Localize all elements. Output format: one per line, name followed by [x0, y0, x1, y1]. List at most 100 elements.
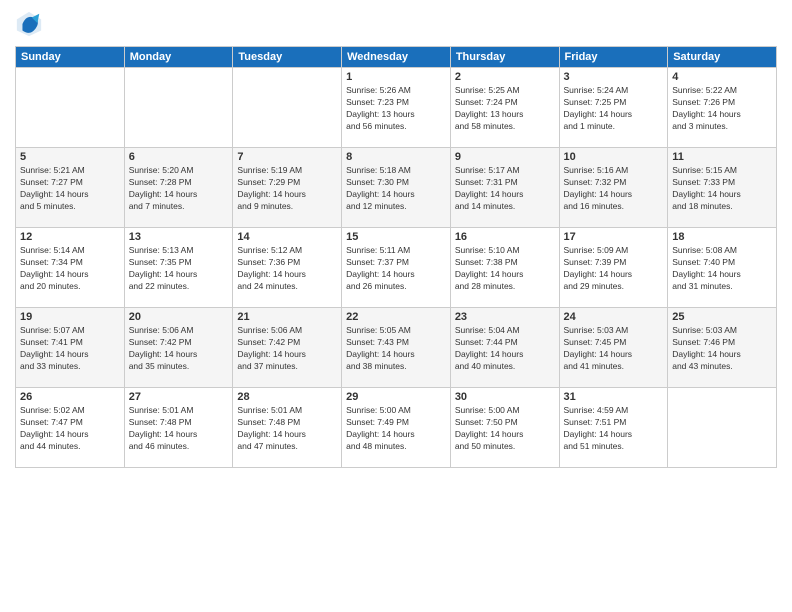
calendar-cell: 24 Sunrise: 5:03 AM Sunset: 7:45 PM Dayli…	[559, 308, 668, 388]
week-row-2: 12 Sunrise: 5:14 AM Sunset: 7:34 PM Dayli…	[16, 228, 777, 308]
day-info: Sunrise: 5:08 AM Sunset: 7:40 PM Dayligh…	[672, 245, 772, 293]
calendar-cell: 27 Sunrise: 5:01 AM Sunset: 7:48 PM Dayli…	[124, 388, 233, 468]
day-number: 19	[20, 311, 120, 323]
calendar-cell: 7Sunrise: 5:19 AM Sunset: 7:29 PM Daylig…	[233, 148, 342, 228]
day-info: Sunrise: 5:25 AM Sunset: 7:24 PM Dayligh…	[455, 85, 555, 133]
day-number: 26	[20, 391, 120, 403]
calendar-cell: 18 Sunrise: 5:08 AM Sunset: 7:40 PM Dayli…	[668, 228, 777, 308]
day-info: Sunrise: 5:15 AM Sunset: 7:33 PM Dayligh…	[672, 165, 772, 213]
calendar-table: SundayMondayTuesdayWednesdayThursdayFrid…	[15, 46, 777, 468]
calendar-cell: 28 Sunrise: 5:01 AM Sunset: 7:48 PM Dayli…	[233, 388, 342, 468]
day-number: 27	[129, 391, 229, 403]
calendar-cell: 21Sunrise: 5:06 AM Sunset: 7:42 PM Dayli…	[233, 308, 342, 388]
day-info: Sunrise: 5:17 AM Sunset: 7:31 PM Dayligh…	[455, 165, 555, 213]
week-row-1: 5 Sunrise: 5:21 AM Sunset: 7:27 PM Daylig…	[16, 148, 777, 228]
calendar-cell: 8Sunrise: 5:18 AM Sunset: 7:30 PM Daylig…	[342, 148, 451, 228]
day-number: 17	[564, 231, 664, 243]
header-monday: Monday	[124, 47, 233, 68]
day-number: 30	[455, 391, 555, 403]
day-info: Sunrise: 5:09 AM Sunset: 7:39 PM Dayligh…	[564, 245, 664, 293]
day-info: Sunrise: 5:01 AM Sunset: 7:48 PM Dayligh…	[129, 405, 229, 453]
calendar-cell: 13 Sunrise: 5:13 AM Sunset: 7:35 PM Dayli…	[124, 228, 233, 308]
calendar-cell: 23Sunrise: 5:04 AM Sunset: 7:44 PM Dayli…	[450, 308, 559, 388]
day-number: 29	[346, 391, 446, 403]
day-info: Sunrise: 5:11 AM Sunset: 7:37 PM Dayligh…	[346, 245, 446, 293]
day-info: Sunrise: 5:10 AM Sunset: 7:38 PM Dayligh…	[455, 245, 555, 293]
day-number: 24	[564, 311, 664, 323]
calendar-cell: 25 Sunrise: 5:03 AM Sunset: 7:46 PM Dayli…	[668, 308, 777, 388]
day-number: 4	[672, 71, 772, 83]
day-info: Sunrise: 5:13 AM Sunset: 7:35 PM Dayligh…	[129, 245, 229, 293]
day-number: 25	[672, 311, 772, 323]
week-row-0: 1Sunrise: 5:26 AM Sunset: 7:23 PM Daylig…	[16, 68, 777, 148]
day-info: Sunrise: 5:16 AM Sunset: 7:32 PM Dayligh…	[564, 165, 664, 213]
day-number: 14	[237, 231, 337, 243]
day-number: 12	[20, 231, 120, 243]
calendar-cell: 1Sunrise: 5:26 AM Sunset: 7:23 PM Daylig…	[342, 68, 451, 148]
calendar-cell: 26 Sunrise: 5:02 AM Sunset: 7:47 PM Dayli…	[16, 388, 125, 468]
calendar-cell: 5 Sunrise: 5:21 AM Sunset: 7:27 PM Daylig…	[16, 148, 125, 228]
calendar-cell: 29 Sunrise: 5:00 AM Sunset: 7:49 PM Dayli…	[342, 388, 451, 468]
calendar-cell: 2Sunrise: 5:25 AM Sunset: 7:24 PM Daylig…	[450, 68, 559, 148]
day-info: Sunrise: 5:03 AM Sunset: 7:46 PM Dayligh…	[672, 325, 772, 373]
calendar-cell: 12 Sunrise: 5:14 AM Sunset: 7:34 PM Dayli…	[16, 228, 125, 308]
day-info: Sunrise: 5:02 AM Sunset: 7:47 PM Dayligh…	[20, 405, 120, 453]
calendar-cell: 10 Sunrise: 5:16 AM Sunset: 7:32 PM Dayli…	[559, 148, 668, 228]
calendar-cell: 30 Sunrise: 5:00 AM Sunset: 7:50 PM Dayli…	[450, 388, 559, 468]
day-info: Sunrise: 5:21 AM Sunset: 7:27 PM Dayligh…	[20, 165, 120, 213]
day-number: 28	[237, 391, 337, 403]
day-number: 15	[346, 231, 446, 243]
calendar-cell	[233, 68, 342, 148]
day-info: Sunrise: 5:12 AM Sunset: 7:36 PM Dayligh…	[237, 245, 337, 293]
day-info: Sunrise: 5:14 AM Sunset: 7:34 PM Dayligh…	[20, 245, 120, 293]
header-sunday: Sunday	[16, 47, 125, 68]
header-friday: Friday	[559, 47, 668, 68]
header-row: SundayMondayTuesdayWednesdayThursdayFrid…	[16, 47, 777, 68]
calendar-cell: 11 Sunrise: 5:15 AM Sunset: 7:33 PM Dayli…	[668, 148, 777, 228]
day-number: 11	[672, 151, 772, 163]
day-info: Sunrise: 5:00 AM Sunset: 7:49 PM Dayligh…	[346, 405, 446, 453]
day-info: Sunrise: 5:19 AM Sunset: 7:29 PM Dayligh…	[237, 165, 337, 213]
day-info: Sunrise: 5:01 AM Sunset: 7:48 PM Dayligh…	[237, 405, 337, 453]
calendar-cell: 4 Sunrise: 5:22 AM Sunset: 7:26 PM Daylig…	[668, 68, 777, 148]
header	[15, 10, 777, 38]
day-info: Sunrise: 4:59 AM Sunset: 7:51 PM Dayligh…	[564, 405, 664, 453]
logo-icon	[15, 10, 43, 38]
day-number: 13	[129, 231, 229, 243]
day-info: Sunrise: 5:00 AM Sunset: 7:50 PM Dayligh…	[455, 405, 555, 453]
calendar-cell: 17 Sunrise: 5:09 AM Sunset: 7:39 PM Dayli…	[559, 228, 668, 308]
day-number: 9	[455, 151, 555, 163]
header-thursday: Thursday	[450, 47, 559, 68]
day-number: 22	[346, 311, 446, 323]
day-info: Sunrise: 5:05 AM Sunset: 7:43 PM Dayligh…	[346, 325, 446, 373]
calendar-cell: 19 Sunrise: 5:07 AM Sunset: 7:41 PM Dayli…	[16, 308, 125, 388]
calendar-cell: 6Sunrise: 5:20 AM Sunset: 7:28 PM Daylig…	[124, 148, 233, 228]
logo	[15, 10, 47, 38]
day-number: 6	[129, 151, 229, 163]
day-info: Sunrise: 5:24 AM Sunset: 7:25 PM Dayligh…	[564, 85, 664, 133]
calendar-cell: 20Sunrise: 5:06 AM Sunset: 7:42 PM Dayli…	[124, 308, 233, 388]
calendar-header: SundayMondayTuesdayWednesdayThursdayFrid…	[16, 47, 777, 68]
day-number: 3	[564, 71, 664, 83]
day-info: Sunrise: 5:03 AM Sunset: 7:45 PM Dayligh…	[564, 325, 664, 373]
day-info: Sunrise: 5:07 AM Sunset: 7:41 PM Dayligh…	[20, 325, 120, 373]
calendar-cell: 22 Sunrise: 5:05 AM Sunset: 7:43 PM Dayli…	[342, 308, 451, 388]
calendar-cell	[16, 68, 125, 148]
header-wednesday: Wednesday	[342, 47, 451, 68]
calendar-cell	[124, 68, 233, 148]
calendar-cell	[668, 388, 777, 468]
calendar-cell: 3 Sunrise: 5:24 AM Sunset: 7:25 PM Daylig…	[559, 68, 668, 148]
day-number: 18	[672, 231, 772, 243]
day-number: 8	[346, 151, 446, 163]
day-number: 23	[455, 311, 555, 323]
day-number: 5	[20, 151, 120, 163]
calendar-cell: 9 Sunrise: 5:17 AM Sunset: 7:31 PM Daylig…	[450, 148, 559, 228]
header-saturday: Saturday	[668, 47, 777, 68]
calendar-body: 1Sunrise: 5:26 AM Sunset: 7:23 PM Daylig…	[16, 68, 777, 468]
day-info: Sunrise: 5:06 AM Sunset: 7:42 PM Dayligh…	[237, 325, 337, 373]
day-number: 31	[564, 391, 664, 403]
day-number: 1	[346, 71, 446, 83]
day-info: Sunrise: 5:22 AM Sunset: 7:26 PM Dayligh…	[672, 85, 772, 133]
day-number: 10	[564, 151, 664, 163]
calendar-cell: 15 Sunrise: 5:11 AM Sunset: 7:37 PM Dayli…	[342, 228, 451, 308]
